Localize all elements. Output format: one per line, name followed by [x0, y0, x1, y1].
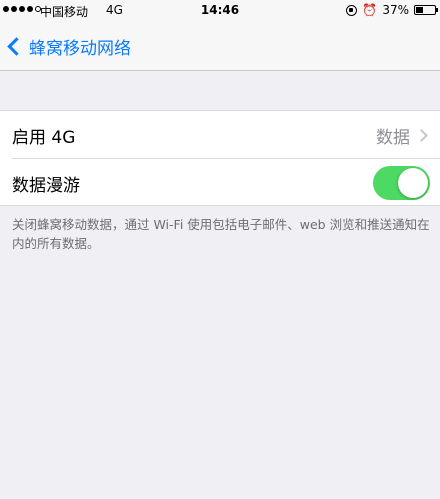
- signal-dot: [3, 6, 9, 12]
- enable-4g-label: 启用 4G: [12, 127, 76, 148]
- battery-percent: 37%: [382, 3, 409, 17]
- toggle-knob: [398, 168, 428, 198]
- enable-4g-row[interactable]: 启用 4G 数据: [0, 111, 440, 159]
- signal-dots-icon: [3, 6, 41, 12]
- top-bar: 中国移动 4G 14:46 ⏰ 37% 蜂窝移动网络: [0, 0, 440, 71]
- carrier-name: 中国移动: [40, 5, 89, 19]
- battery-icon: [414, 5, 438, 15]
- data-roaming-row: 数据漫游: [0, 159, 440, 207]
- battery-fill: [416, 7, 424, 13]
- signal-dot: [27, 6, 33, 12]
- status-bar: 中国移动 4G 14:46 ⏰ 37%: [0, 0, 440, 22]
- back-button-title[interactable]: 蜂窝移动网络: [29, 34, 131, 59]
- network-type: 4G: [106, 3, 123, 17]
- chevron-right-icon: [415, 128, 428, 142]
- navigation-bar[interactable]: 蜂窝移动网络: [0, 28, 131, 64]
- rotation-lock-icon: [346, 4, 358, 16]
- status-right-group: ⏰ 37%: [346, 3, 438, 17]
- settings-group: 启用 4G 数据 数据漫游: [0, 110, 440, 206]
- signal-dot: [11, 6, 17, 12]
- alarm-icon: ⏰: [362, 3, 378, 17]
- cellular-settings-screen: 中国移动 4G 14:46 ⏰ 37% 蜂窝移动网络 启用 4G 数据 数据漫游…: [0, 0, 440, 499]
- chevron-left-icon[interactable]: [7, 36, 26, 56]
- data-roaming-label: 数据漫游: [12, 175, 80, 196]
- data-roaming-toggle[interactable]: [373, 166, 430, 200]
- enable-4g-value: 数据: [376, 127, 410, 148]
- signal-dot: [19, 6, 25, 12]
- footnote-text: 关闭蜂窝移动数据，通过 Wi-Fi 使用包括电子邮件、web 浏览和推送通知在内…: [12, 217, 430, 251]
